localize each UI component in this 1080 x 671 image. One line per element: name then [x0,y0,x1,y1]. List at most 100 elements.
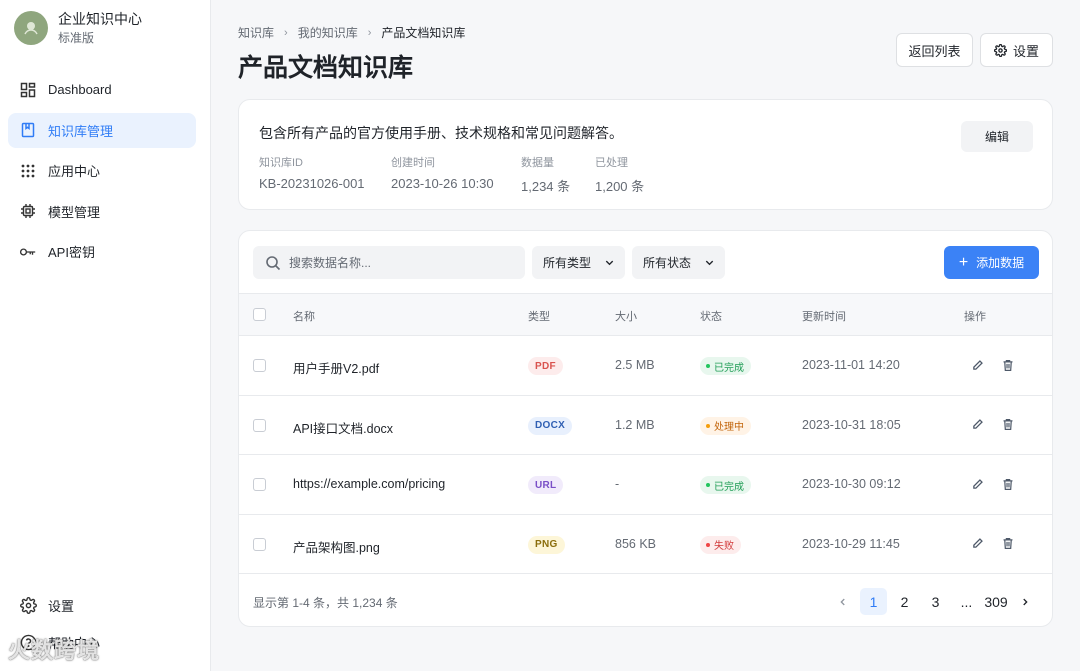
edit-row-button[interactable] [970,537,984,551]
type-tag: PDF [528,357,563,375]
row-name[interactable]: 产品架构图.png [293,537,380,556]
trash-icon [1003,478,1013,490]
sidebar-item-api-keys[interactable]: API密钥 [8,234,196,269]
delete-row-button[interactable] [1001,418,1015,432]
status-dot [706,483,710,487]
edit-button[interactable]: 编辑 [961,121,1033,152]
table-row: https://example.com/pricing URL - 已完成 2023-1… [239,454,1052,514]
delete-row-button[interactable] [1001,477,1015,491]
status-dot [706,364,710,368]
row-checkbox[interactable] [253,359,266,372]
row-checkbox[interactable] [253,418,266,432]
sidebar-item-settings[interactable]: 设置 [8,588,196,623]
type-tag: URL [528,476,564,494]
column-header-type: 类型 [528,311,550,323]
row-size: 2.5 MB [615,358,655,372]
page-button-3[interactable]: 3 [922,588,949,615]
meta-label: 已处理 [595,157,628,169]
breadcrumb: 知识库 › 我的知识库 › 产品文档知识库 [238,24,465,41]
delete-row-button[interactable] [1001,537,1015,551]
back-to-list-button[interactable]: 返回列表 [896,33,973,67]
status-badge: 已完成 [700,357,751,375]
row-name[interactable]: 用户手册V2.pdf [293,358,379,377]
delete-row-button[interactable] [1001,358,1015,372]
type-filter-value: 所有类型 [543,256,592,270]
trash-icon [1003,359,1013,371]
column-header-size: 大小 [615,311,637,323]
status-badge: 处理中 [700,416,751,435]
type-filter-select[interactable]: 所有类型 [532,246,625,279]
meta-label: 知识库ID [259,157,303,169]
add-data-button[interactable]: + 添加数据 [944,246,1039,279]
row-name[interactable]: API接口文档.docx [293,418,393,437]
dashboard-icon [19,81,37,99]
meta-value: KB-20231026-001 [259,176,365,191]
settings-button[interactable]: 设置 [980,33,1053,67]
table-row: 产品架构图.png PNG 856 KB 失败 2023-10-29 11:45 [239,513,1052,574]
gear-icon [19,597,37,615]
status-filter-value: 所有状态 [643,256,692,270]
meta-kb-id: 知识库ID KB-20231026-001 [259,154,365,191]
page-title: 产品文档知识库 [238,54,414,82]
chip-icon [19,202,37,220]
status-filter-select[interactable]: 所有状态 [632,246,725,279]
meta-value: 1,200 条 [595,179,645,194]
edit-row-button[interactable] [970,358,984,372]
search-input[interactable] [289,255,509,270]
status-dot [706,542,710,547]
row-updated-time: 2023-10-31 18:05 [802,417,901,432]
trash-icon [1003,419,1013,430]
key-icon [19,243,37,261]
sidebar-item-knowledge-base[interactable]: 知识库管理 [8,112,196,148]
trash-icon [1003,538,1013,549]
sidebar-item-apps[interactable]: 应用中心 [8,153,196,188]
status-badge: 失败 [700,535,741,554]
sidebar-item-models[interactable]: 模型管理 [8,194,196,229]
row-updated-time: 2023-11-01 14:20 [802,358,900,372]
page-button-2[interactable]: 2 [891,588,918,615]
status-text: 已完成 [714,362,744,374]
meta-processed: 已处理 1,200 条 [595,154,644,195]
chevron-left-icon [840,598,845,605]
brand-name: 企业知识中心 [58,11,142,27]
breadcrumb-item[interactable]: 知识库 [238,24,274,41]
column-header-name: 名称 [293,311,315,323]
breadcrumb-current: 产品文档知识库 [381,26,466,40]
sidebar-item-dashboard[interactable]: Dashboard [8,72,196,107]
chevron-down-icon [704,257,715,268]
sidebar: 企业知识中心 标准版 Dashboard 知识库管理 应用中心 模型管理 API… [0,0,211,671]
row-checkbox[interactable] [253,478,266,491]
prev-page-button[interactable] [833,588,853,615]
gear-icon [993,43,1007,57]
row-name[interactable]: https://example.com/pricing [293,477,445,491]
search-box[interactable] [253,246,525,279]
page-button-last[interactable]: 309 [981,588,1011,615]
breadcrumb-item[interactable]: 我的知识库 [298,24,358,41]
brand: 企业知识中心 标准版 [14,11,142,45]
column-header-updated: 更新时间 [802,311,846,323]
sidebar-item-label: 知识库管理 [48,123,114,139]
pencil-icon [972,478,983,489]
edit-row-button[interactable] [970,418,984,432]
meta-label: 数据量 [521,157,554,169]
next-page-button[interactable] [1015,588,1035,615]
edit-row-button[interactable] [970,477,984,491]
sidebar-item-label: Dashboard [48,82,112,97]
search-icon [265,255,281,271]
type-tag: PNG [528,535,565,554]
pencil-icon [972,359,983,370]
column-header-status: 状态 [700,311,722,323]
row-size: 1.2 MB [615,417,655,432]
row-updated-time: 2023-10-30 09:12 [802,477,901,491]
chevron-right-icon: › [367,26,372,39]
select-all-checkbox[interactable] [253,308,266,321]
table-row: 用户手册V2.pdf PDF 2.5 MB 已完成 2023-11-01 14:20 [239,335,1052,395]
page-button-1[interactable]: 1 [860,588,887,615]
row-checkbox[interactable] [253,537,266,551]
table-footer: 显示第 1-4 条，共 1,234 条 1 2 3 ... 309 [239,573,1052,626]
knowledge-base-info-card: 包含所有产品的官方使用手册、技术规格和常见问题解答。 编辑 知识库ID KB-2… [238,99,1053,210]
book-icon [19,121,37,139]
chevron-right-icon: › [284,26,288,39]
pagination-summary: 显示第 1-4 条，共 1,234 条 [253,596,398,610]
plus-icon: + [958,253,969,271]
